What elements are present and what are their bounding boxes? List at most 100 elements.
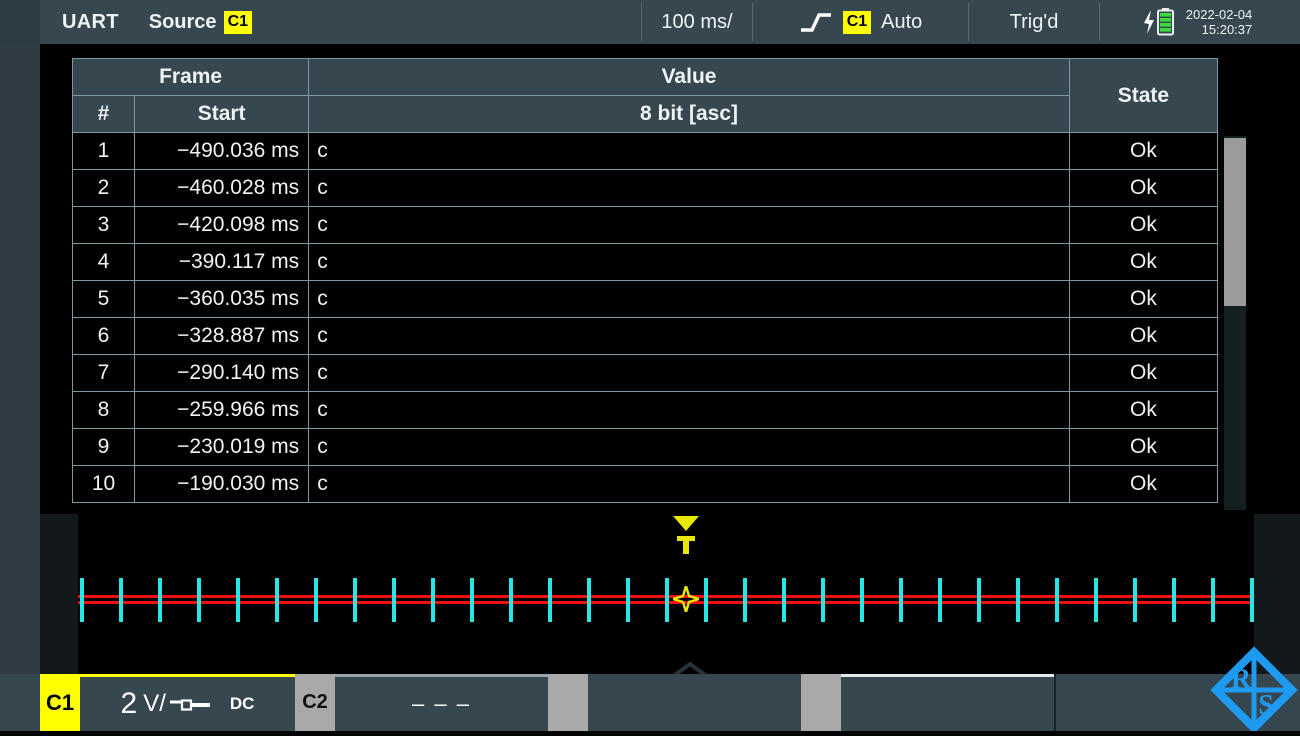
status-group[interactable]: 2022-02-04 15:20:37 [1100, 0, 1300, 44]
cell-start: −230.019 ms [135, 429, 309, 466]
ground-level-icon [168, 689, 212, 720]
cell-value: c [309, 355, 1070, 392]
cell-num: 4 [73, 244, 135, 281]
header-value-main: Value [309, 59, 1070, 96]
table-body: 1−490.036 mscOk2−460.028 mscOk3−420.098 … [73, 133, 1218, 503]
channel-badge-c1[interactable]: C1 [40, 674, 80, 731]
channel-value-c2: – – – [412, 691, 471, 717]
trigger-t-label [677, 536, 695, 554]
table-row[interactable]: 4−390.117 mscOk [73, 244, 1218, 281]
signal-pulse [431, 578, 435, 622]
signal-pulse [860, 578, 864, 622]
cell-num: 8 [73, 392, 135, 429]
empty-slot-field-2[interactable] [841, 674, 1054, 731]
bottom-bar-left-pad [0, 674, 40, 731]
table-row[interactable]: 1−490.036 mscOk [73, 133, 1218, 170]
waveform-left-margin [40, 514, 78, 674]
table-scrollbar-thumb[interactable] [1224, 138, 1246, 306]
table-row[interactable]: 8−259.966 mscOk [73, 392, 1218, 429]
trigger-source-badge[interactable]: C1 [843, 11, 871, 34]
channel-status-bar: C1 2 V/ DC C2 – – – [0, 674, 1300, 731]
empty-slot-badge-1[interactable] [548, 674, 588, 731]
cell-value: c [309, 318, 1070, 355]
cell-start: −490.036 ms [135, 133, 309, 170]
channel-scale-unit-c1: V/ [143, 692, 166, 716]
signal-pulse [1211, 578, 1215, 622]
time-label: 15:20:37 [1202, 22, 1253, 37]
header-state: State [1069, 59, 1217, 133]
cell-num: 9 [73, 429, 135, 466]
signal-pulse [197, 578, 201, 622]
cell-state: Ok [1069, 466, 1217, 503]
signal-pulse [704, 578, 708, 622]
cell-num: 2 [73, 170, 135, 207]
caret-up-icon[interactable] [665, 662, 715, 674]
signal-pulse [1133, 578, 1137, 622]
header-spacer [252, 0, 641, 44]
cell-num: 5 [73, 281, 135, 318]
trigger-position-marker-icon[interactable] [673, 516, 699, 554]
table-header-sub-row: # Start 8 bit [asc] [73, 96, 1218, 133]
table-row[interactable]: 3−420.098 mscOk [73, 207, 1218, 244]
protocol-label[interactable]: UART [40, 0, 135, 44]
svg-text:R: R [1231, 664, 1252, 695]
source-group[interactable]: Source C1 [135, 0, 252, 44]
cell-num: 10 [73, 466, 135, 503]
rising-edge-icon [799, 11, 833, 33]
battery-charging-icon [1142, 7, 1176, 37]
channel-badge-c2[interactable]: C2 [295, 674, 335, 731]
empty-slot-field-1[interactable] [588, 674, 801, 731]
cell-value: c [309, 429, 1070, 466]
signal-pulse [548, 578, 552, 622]
cell-state: Ok [1069, 170, 1217, 207]
signal-pulse [587, 578, 591, 622]
empty-slot-badge-2[interactable] [801, 674, 841, 731]
signal-pulse [1094, 578, 1098, 622]
source-channel-badge[interactable]: C1 [224, 11, 252, 34]
table-row[interactable]: 2−460.028 mscOk [73, 170, 1218, 207]
cell-start: −460.028 ms [135, 170, 309, 207]
date-label: 2022-02-04 [1186, 7, 1253, 22]
table-row[interactable]: 7−290.140 mscOk [73, 355, 1218, 392]
channel-reference-marker-icon[interactable] [673, 586, 699, 617]
channel-settings-c2[interactable]: – – – [335, 674, 548, 731]
trigger-state-label: Trig'd [969, 0, 1099, 44]
signal-pulse [899, 578, 903, 622]
cell-state: Ok [1069, 133, 1217, 170]
decode-results-table[interactable]: Frame Value State # Start 8 bit [asc] 1−… [72, 58, 1218, 510]
cell-value: c [309, 133, 1070, 170]
cell-state: Ok [1069, 355, 1217, 392]
channel-scale-value-c1: 2 [121, 689, 138, 719]
table-scrollbar[interactable] [1224, 136, 1246, 510]
cell-num: 3 [73, 207, 135, 244]
header-frame-group: Frame [73, 59, 309, 96]
svg-text:S: S [1258, 690, 1274, 721]
channel-settings-c1[interactable]: 2 V/ DC [80, 674, 295, 731]
table-row[interactable]: 5−360.035 mscOk [73, 281, 1218, 318]
signal-pulse [626, 578, 630, 622]
signal-pulse [275, 578, 279, 622]
table-row[interactable]: 10−190.030 mscOk [73, 466, 1218, 503]
signal-pulse [1172, 578, 1176, 622]
cell-start: −420.098 ms [135, 207, 309, 244]
trigger-mode-label[interactable]: Auto [881, 11, 922, 34]
timebase-readout[interactable]: 100 ms/ [642, 0, 752, 44]
signal-pulse [470, 578, 474, 622]
table-row[interactable]: 9−230.019 mscOk [73, 429, 1218, 466]
signal-pulse [821, 578, 825, 622]
table-row[interactable]: 6−328.887 mscOk [73, 318, 1218, 355]
left-rail-lower [0, 44, 40, 674]
cell-start: −290.140 ms [135, 355, 309, 392]
trigger-settings-group[interactable]: C1 Auto [753, 0, 968, 44]
source-label: Source [135, 11, 217, 34]
signal-pulse [353, 578, 357, 622]
signal-pulse [158, 578, 162, 622]
signal-pulse [665, 578, 669, 622]
cell-state: Ok [1069, 318, 1217, 355]
top-status-bar: UART Source C1 100 ms/ C1 Auto Trig'd [40, 0, 1300, 44]
signal-pulse [743, 578, 747, 622]
cell-value: c [309, 466, 1070, 503]
header-value-sub: 8 bit [asc] [309, 96, 1070, 133]
waveform-diagram[interactable] [40, 514, 1300, 674]
cell-start: −259.966 ms [135, 392, 309, 429]
